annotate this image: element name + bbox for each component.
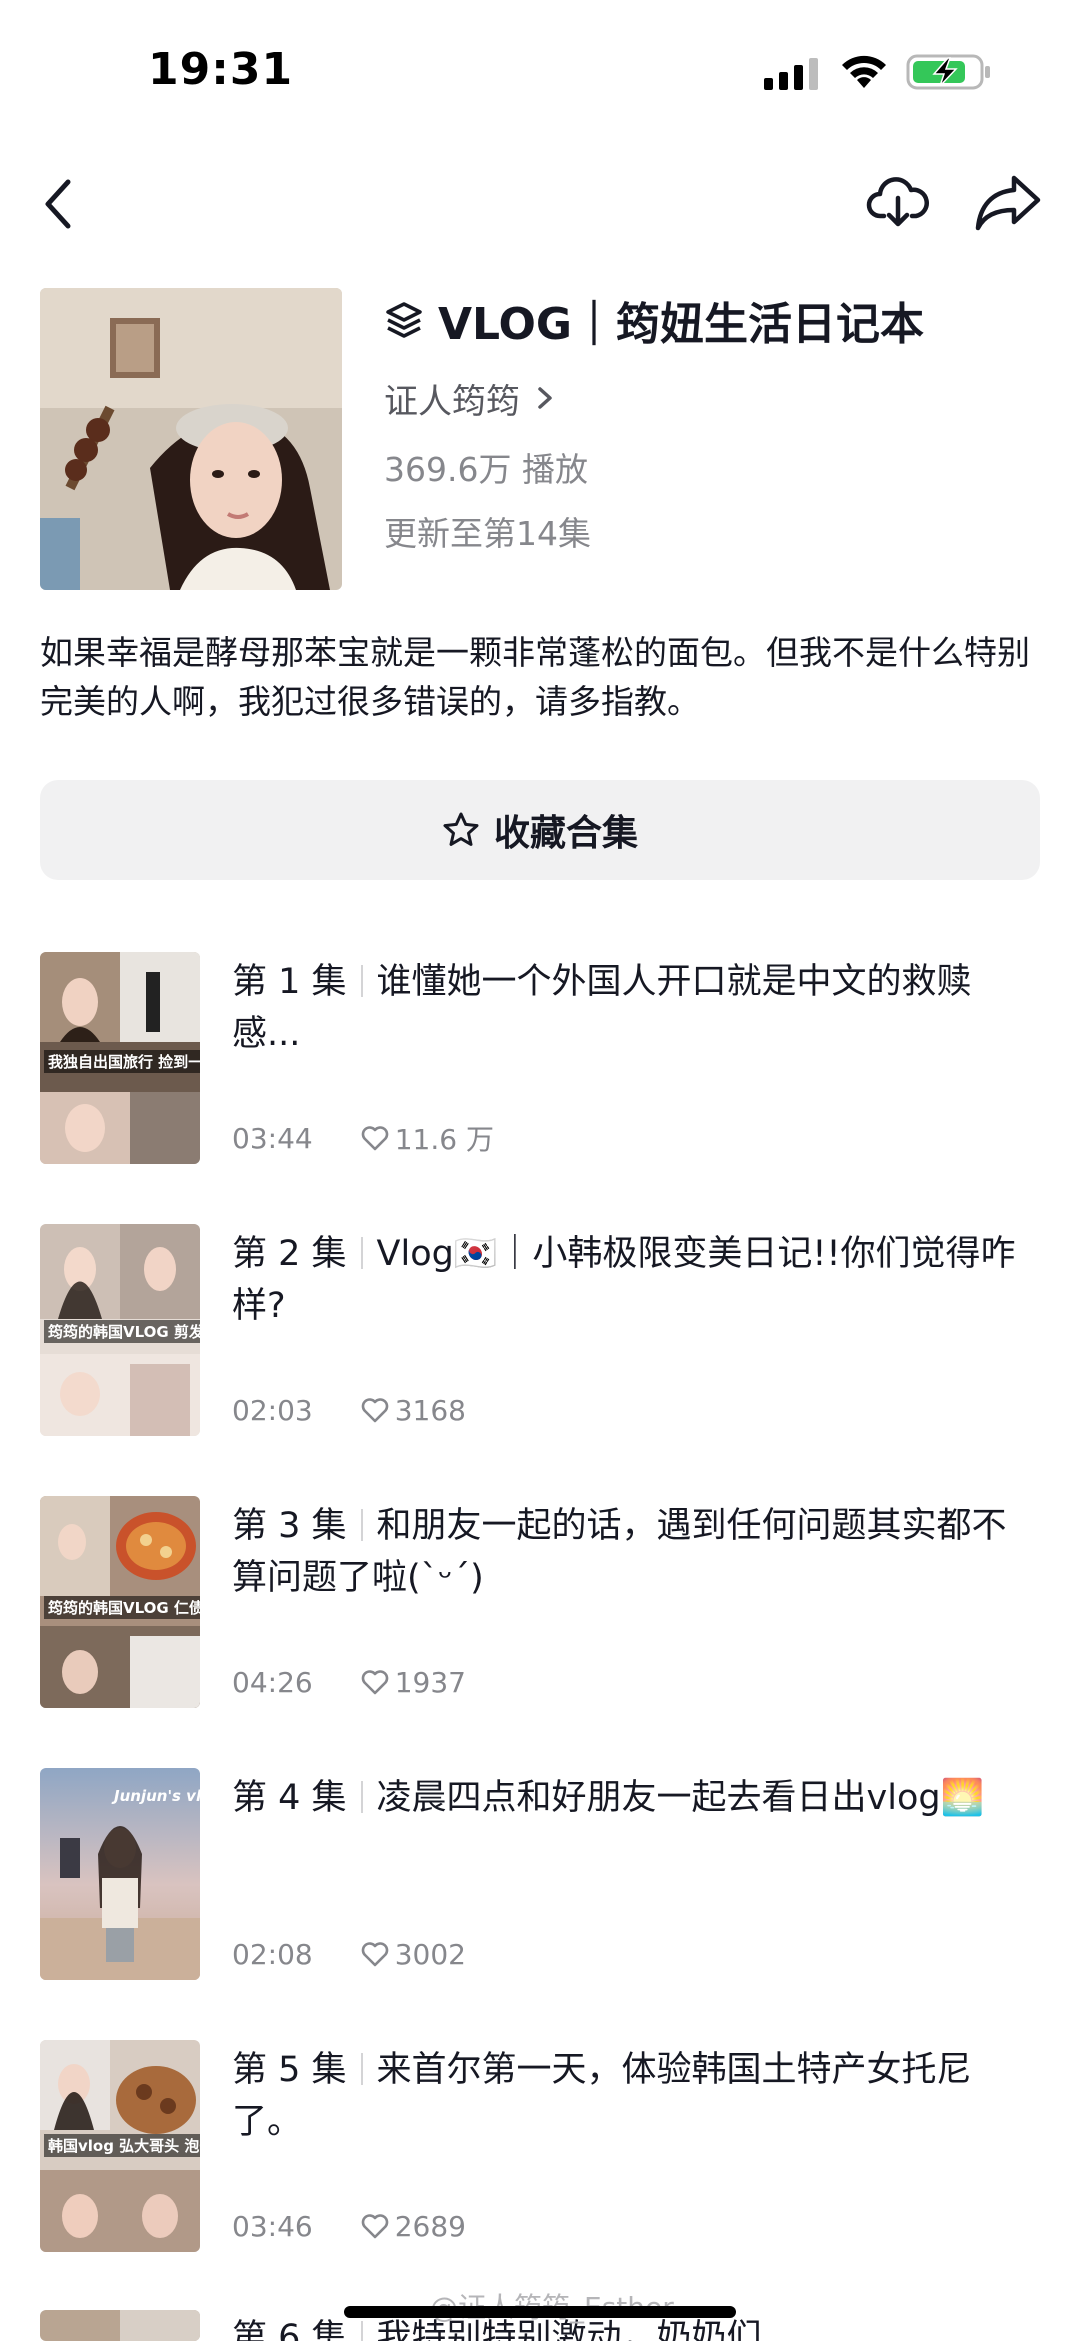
share-arrow-icon[interactable] xyxy=(972,170,1044,234)
episode-number: 第 2 集 xyxy=(232,1234,347,1274)
divider xyxy=(360,965,363,997)
episode-item[interactable]: 我独自出国旅行 捡到一个韩国闺蜜 第 1 集谁懂她一个外国人开口就是中文的救赎感… xyxy=(0,952,1080,1164)
play-count: 369.6万 播放 xyxy=(384,450,588,489)
episode-thumbnail: 筠筠的韩国VLOG 仁债勇闯小韩的一天 xyxy=(40,1496,200,1708)
episode-thumbnail-caption: 筠筠的韩国VLOG 剪发do脸美美日记 xyxy=(44,1320,200,1343)
back-button[interactable] xyxy=(36,174,80,234)
update-status: 更新至第14集 xyxy=(384,514,591,553)
episode-number: 第 6 集 xyxy=(232,2318,347,2341)
collect-label: 收藏合集 xyxy=(493,813,638,854)
episode-likes: 3168 xyxy=(394,1393,466,1427)
episode-item[interactable]: 筠筠的韩国VLOG 剪发do脸美美日记 第 2 集Vlog🇰🇷｜小韩极限变美日记… xyxy=(0,1224,1080,1436)
collection-cover-image xyxy=(40,288,342,590)
episode-thumbnail: 筠筠的韩国VLOG 剪发do脸美美日记 xyxy=(40,1224,200,1436)
episode-meta: 02:03 3168 xyxy=(232,1390,466,1430)
episode-number: 第 5 集 xyxy=(232,2050,347,2090)
divider xyxy=(360,1509,363,1541)
episode-title: 第 3 集和朋友一起的话，遇到任何问题其实都不算问题了啦(`ᵕ´) xyxy=(232,1500,1032,1604)
episode-duration: 03:44 xyxy=(232,1121,313,1155)
episode-title: 第 4 集凌晨四点和好朋友一起去看日出vlog🌅 xyxy=(232,1772,1032,1824)
episode-meta: 04:26 1937 xyxy=(232,1662,466,1702)
episode-number: 第 3 集 xyxy=(232,1506,347,1546)
collect-button[interactable]: 收藏合集 xyxy=(40,780,1040,880)
collection-info: VLOG｜筠妞生活日记本 证人筠筠 369.6万 播放 更新至第14集 xyxy=(384,290,1044,554)
episode-meta: 02:08 3002 xyxy=(232,1934,466,1974)
author-name: 证人筠筠 xyxy=(384,381,520,422)
episode-title: 第 5 集来首尔第一天，体验韩国土特产女托尼了。 xyxy=(232,2044,1032,2148)
episode-duration: 02:03 xyxy=(232,1393,313,1427)
episode-title: 第 1 集谁懂她一个外国人开口就是中文的救赎感... xyxy=(232,956,1032,1060)
episode-thumbnail: 我独自出国旅行 捡到一个韩国闺蜜 xyxy=(40,952,200,1164)
episode-thumbnail-caption: 筠筠的韩国VLOG 仁债勇闯小韩的一天 xyxy=(44,1596,200,1619)
star-icon xyxy=(443,812,479,846)
cellular-signal-icon xyxy=(764,58,818,90)
status-bar: 19:31 xyxy=(0,0,1080,140)
episode-likes: 1937 xyxy=(394,1665,466,1699)
episode-thumbnail-caption: Junjun's vlog xyxy=(114,1787,200,1805)
episode-duration: 02:08 xyxy=(232,1937,313,1971)
heart-icon xyxy=(361,1942,388,1967)
episode-likes: 11.6 万 xyxy=(394,1123,494,1156)
author-link[interactable]: 证人筠筠 xyxy=(384,376,1044,422)
episode-title: 第 2 集 Vlog🇰🇷｜小韩极限变美日记!!你们觉得咋样? xyxy=(232,1228,1032,1332)
heart-icon xyxy=(361,1670,388,1695)
heart-icon xyxy=(361,2214,388,2239)
heart-icon xyxy=(361,1126,388,1151)
episode-duration: 04:26 xyxy=(232,1665,313,1699)
cloud-download-icon[interactable] xyxy=(866,170,930,234)
episode-meta: 03:46 2689 xyxy=(232,2206,466,2246)
episode-item[interactable]: Junjun's vlog 第 4 集凌晨四点和好朋友一起去看日出vlog🌅 0… xyxy=(0,1768,1080,1980)
episode-likes: 2689 xyxy=(394,2209,466,2243)
collection-title: VLOG｜筠妞生活日记本 xyxy=(384,290,1044,350)
episode-number: 第 1 集 xyxy=(232,962,347,1002)
episode-thumbnail-caption: 韩国vlog 弘大哥头 泡去着店的一天 xyxy=(44,2134,200,2157)
divider xyxy=(360,2053,363,2085)
episode-item[interactable]: 筠筠的韩国VLOG 仁债勇闯小韩的一天 第 3 集和朋友一起的话，遇到任何问题其… xyxy=(0,1496,1080,1708)
episode-thumbnail: 韩国vlog 弘大哥头 泡去着店的一天 xyxy=(40,2040,200,2252)
episode-title-text: Vlog🇰🇷｜小韩极限变美日记!!你们觉得咋样? xyxy=(232,1234,1016,1326)
layers-icon xyxy=(386,302,422,338)
episode-number: 第 4 集 xyxy=(232,1778,347,1818)
wifi-icon xyxy=(842,55,886,88)
episode-item[interactable]: 韩国vlog 弘大哥头 泡去着店的一天 第 5 集来首尔第一天，体验韩国土特产女… xyxy=(0,2040,1080,2252)
home-indicator xyxy=(344,2306,736,2318)
episode-thumbnail: Junjun's vlog xyxy=(40,1768,200,1980)
divider xyxy=(360,1237,363,1269)
episode-title-text: 和朋友一起的话，遇到任何问题其实都不算问题了啦(`ᵕ´) xyxy=(232,1506,1007,1598)
episode-duration: 03:46 xyxy=(232,2209,313,2243)
heart-icon xyxy=(361,1398,388,1423)
nav-bar xyxy=(0,160,1080,250)
episode-likes: 3002 xyxy=(394,1937,466,1971)
divider xyxy=(360,2321,363,2341)
status-time: 19:31 xyxy=(148,44,294,95)
battery-charging-icon xyxy=(906,54,990,90)
divider xyxy=(360,1781,363,1813)
episode-thumbnail xyxy=(40,2310,200,2341)
episode-meta: 03:44 11.6 万 xyxy=(232,1118,494,1158)
chevron-right-icon xyxy=(538,387,552,409)
episode-thumbnail-caption: 我独自出国旅行 捡到一个韩国闺蜜 xyxy=(44,1050,200,1073)
episode-title-text: 凌晨四点和好朋友一起去看日出vlog🌅 xyxy=(376,1778,985,1818)
collection-description: 如果幸福是酵母那苯宝就是一颗非常蓬松的面包。但我不是什么特别完美的人啊，我犯过很… xyxy=(40,633,1030,721)
collection-title-text: VLOG｜筠妞生活日记本 xyxy=(438,299,925,350)
